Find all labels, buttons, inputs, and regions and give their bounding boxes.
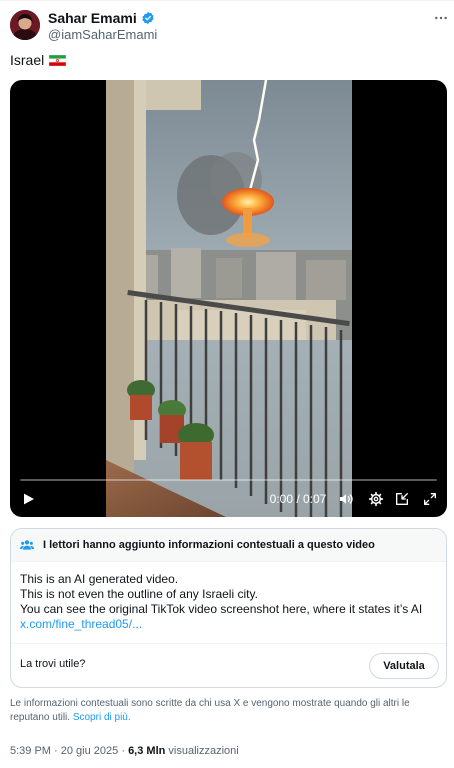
meta-separator: · — [121, 745, 125, 757]
post-date[interactable]: 20 giu 2025 — [61, 745, 119, 757]
verified-badge-icon — [142, 11, 154, 25]
play-icon — [24, 493, 34, 505]
community-note-body: This is an AI generated video. This is n… — [11, 562, 446, 632]
fullscreen-icon — [424, 493, 436, 505]
video-frame — [106, 80, 352, 517]
more-options-button[interactable] — [430, 9, 452, 27]
community-note-link[interactable]: x.com/fine_thread05/... — [20, 617, 446, 632]
community-note: I lettori hanno aggiunto informazioni co… — [10, 528, 447, 688]
views-label: visualizzazioni — [168, 745, 239, 757]
video-progress-bar[interactable] — [20, 479, 437, 481]
play-button[interactable] — [18, 489, 38, 509]
volume-button[interactable] — [336, 489, 356, 509]
video-timecode: 0:00 / 0:07 — [269, 492, 327, 506]
disclaimer-text: Le informazioni contestuali sono scritte… — [10, 698, 410, 723]
video-player[interactable]: 0:00 / 0:07 — [10, 80, 447, 517]
more-horizontal-icon — [435, 16, 447, 20]
community-note-header: I lettori hanno aggiunto informazioni co… — [11, 529, 446, 562]
settings-button[interactable] — [366, 489, 386, 509]
post-meta: 5:39 PM · 20 giu 2025 · 6,3 Mln visualiz… — [10, 745, 239, 757]
helpful-question: La trovi utile? — [20, 658, 86, 670]
volume-icon — [340, 494, 353, 504]
meta-separator: · — [54, 745, 58, 757]
fullscreen-button[interactable] — [420, 489, 440, 509]
community-note-line: This is an AI generated video. — [20, 572, 179, 586]
people-icon — [20, 540, 34, 550]
picture-in-picture-icon — [396, 493, 408, 505]
rate-note-button[interactable]: Valutala — [369, 653, 439, 679]
avatar[interactable] — [10, 10, 40, 40]
picture-in-picture-button[interactable] — [392, 489, 412, 509]
community-note-title: I lettori hanno aggiunto informazioni co… — [43, 539, 375, 551]
post-text: Israel — [10, 52, 67, 68]
top-divider — [0, 0, 454, 1]
community-note-disclaimer: Le informazioni contestuali sono scritte… — [10, 697, 440, 725]
author-handle[interactable]: @iamSaharEmami — [48, 27, 157, 42]
community-note-divider — [11, 643, 446, 644]
gear-icon — [368, 491, 384, 507]
post-text-content: Israel — [10, 52, 45, 68]
learn-more-link[interactable]: Scopri di più. — [73, 712, 131, 723]
author-name[interactable]: Sahar Emami — [48, 10, 137, 26]
post-time[interactable]: 5:39 PM — [10, 745, 51, 757]
community-note-line: You can see the original TikTok video sc… — [20, 602, 423, 616]
views-count: 6,3 Mln — [128, 745, 166, 757]
iran-flag-icon — [49, 54, 67, 66]
community-note-line: This is not even the outline of any Isra… — [20, 587, 258, 601]
